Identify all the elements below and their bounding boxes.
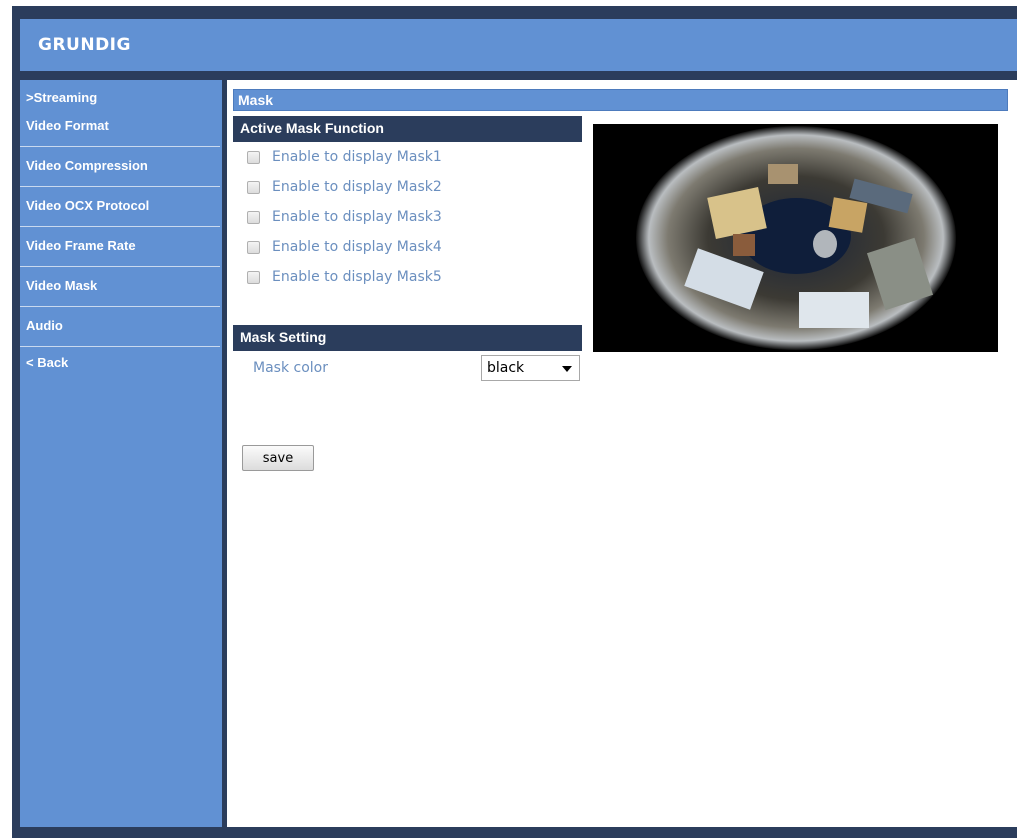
camera-preview	[593, 124, 998, 352]
mask-color-select[interactable]: black	[481, 355, 580, 381]
sidebar-divider	[20, 146, 220, 147]
mask1-checkbox[interactable]	[247, 150, 260, 164]
sidebar-item-streaming[interactable]: >Streaming	[20, 90, 222, 105]
sidebar-divider	[20, 186, 220, 187]
mask5-label: Enable to display Mask5	[272, 269, 442, 285]
save-button[interactable]: save	[242, 445, 314, 471]
sidebar-divider	[20, 346, 220, 347]
chevron-down-icon	[562, 366, 572, 372]
sidebar-item-video-mask[interactable]: Video Mask	[20, 278, 222, 293]
sidebar-item-video-compression[interactable]: Video Compression	[20, 158, 222, 173]
mask3-checkbox[interactable]	[247, 210, 260, 224]
sidebar-item-video-frame-rate[interactable]: Video Frame Rate	[20, 238, 222, 253]
active-mask-heading: Active Mask Function	[233, 116, 582, 142]
mask2-checkbox[interactable]	[247, 180, 260, 194]
mask-option-4: Enable to display Mask4	[247, 237, 442, 257]
sidebar-item-video-ocx-protocol[interactable]: Video OCX Protocol	[20, 198, 222, 213]
page-title: Mask	[233, 89, 1008, 111]
fisheye-image	[593, 124, 998, 352]
sidebar-item-video-format[interactable]: Video Format	[20, 118, 222, 133]
mask-option-5: Enable to display Mask5	[247, 267, 442, 287]
sidebar-item-audio[interactable]: Audio	[20, 318, 222, 333]
sidebar-divider	[20, 306, 220, 307]
header-bar: GRUNDIG	[20, 19, 1017, 71]
mask-color-label: Mask color	[253, 360, 328, 376]
mask2-label: Enable to display Mask2	[272, 179, 442, 195]
mask-setting-heading: Mask Setting	[233, 325, 582, 351]
brand-logo: GRUNDIG	[38, 35, 131, 55]
mask4-checkbox[interactable]	[247, 240, 260, 254]
sidebar-divider	[20, 266, 220, 267]
sidebar-item-back[interactable]: < Back	[20, 355, 222, 370]
sidebar: >Streaming Video Format Video Compressio…	[20, 80, 222, 827]
mask1-label: Enable to display Mask1	[272, 149, 442, 165]
mask3-label: Enable to display Mask3	[272, 209, 442, 225]
mask4-label: Enable to display Mask4	[272, 239, 442, 255]
mask-option-3: Enable to display Mask3	[247, 207, 442, 227]
mask5-checkbox[interactable]	[247, 270, 260, 284]
mask-color-value: black	[487, 360, 525, 376]
mask-option-2: Enable to display Mask2	[247, 177, 442, 197]
mask-option-1: Enable to display Mask1	[247, 147, 442, 167]
sidebar-divider	[20, 226, 220, 227]
